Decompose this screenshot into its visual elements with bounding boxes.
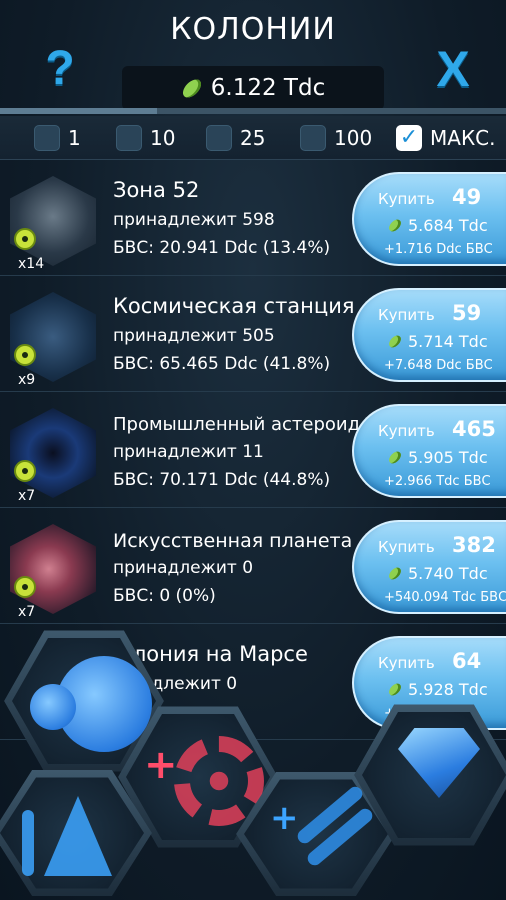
artificial-planet-icon: [10, 524, 96, 614]
colony-name: Промышленный астероид: [113, 414, 361, 435]
list-item: x9 Космическая станция принадлежит 505 Б…: [0, 278, 506, 392]
plus-icon: +: [270, 798, 299, 838]
bean-icon: [386, 217, 404, 234]
buy-cost: 5.684 Tdc: [386, 216, 488, 235]
qty-option-100[interactable]: 100: [300, 123, 372, 153]
qty-option-max[interactable]: ✓ МАКС.: [396, 123, 495, 153]
qty-label: 25: [240, 126, 266, 150]
currency-value: 6.122 Tdc: [210, 75, 326, 101]
qty-option-10[interactable]: 10: [116, 123, 175, 153]
buy-button[interactable]: Купить 59 5.714 Tdc +7.648 Ddc БВС: [352, 288, 506, 382]
space-station-icon: [10, 292, 96, 382]
colony-bvs: БВС: 65.465 Ddc (41.8%): [113, 354, 331, 374]
flask-icon: [44, 796, 112, 876]
list-item: x14 Зона 52 принадлежит 598 БВС: 20.941 …: [0, 162, 506, 276]
multiplier: x7: [18, 604, 36, 620]
test-tube-icon: [22, 810, 34, 876]
list-item: x7 Промышленный астероид принадлежит 11 …: [0, 394, 506, 508]
checkbox[interactable]: [206, 125, 232, 151]
colony-name: Космическая станция: [113, 294, 355, 318]
progress-fill: [0, 108, 157, 114]
colony-owned: принадлежит 598: [113, 210, 275, 230]
buy-button[interactable]: Купить 49 5.684 Tdc +1.716 Ddc БВС: [352, 172, 506, 266]
radiation-icon: [14, 576, 36, 598]
multiplier: x9: [18, 372, 36, 388]
bean-icon: [386, 333, 404, 350]
buy-button[interactable]: Купить 382 5.740 Tdc +540.094 Tdc БВС: [352, 520, 506, 614]
buy-cost: 5.740 Tdc: [386, 564, 488, 583]
qty-label: МАКС.: [430, 126, 496, 150]
plus-icon: +: [144, 742, 178, 788]
bean-icon: [179, 75, 205, 101]
bean-icon: [386, 449, 404, 466]
buy-cost: 5.714 Tdc: [386, 332, 488, 351]
cost-value: 5.740 Tdc: [408, 564, 488, 583]
colony-bvs: БВС: 0 (0%): [113, 586, 216, 606]
buy-quantity: 64: [452, 649, 482, 673]
buy-label: Купить: [378, 538, 435, 556]
buy-quantity: 465: [452, 417, 496, 441]
buy-cost: 5.928 Tdc: [386, 680, 488, 699]
colony-bvs: БВС: 70.171 Ddc (44.8%): [113, 470, 331, 490]
checkbox-checked[interactable]: ✓: [396, 125, 422, 151]
qty-label: 100: [334, 126, 373, 150]
colony-owned: принадлежит 11: [113, 442, 264, 462]
buy-label: Купить: [378, 190, 435, 208]
radiation-icon: [14, 344, 36, 366]
buy-label: Купить: [378, 654, 435, 672]
page-title: КОЛОНИИ: [170, 12, 336, 47]
buy-quantity: 49: [452, 185, 482, 209]
currency-display: 6.122 Tdc: [122, 66, 384, 110]
buy-gain: +1.716 Ddc БВС: [384, 242, 493, 257]
colony-owned: принадлежит 505: [113, 326, 275, 346]
buy-label: Купить: [378, 306, 435, 324]
buy-gain: +2.966 Tdc БВС: [384, 474, 491, 489]
cost-value: 5.714 Tdc: [408, 332, 488, 351]
bean-icon: [386, 681, 404, 698]
buy-gain: +540.094 Tdc БВС: [384, 590, 506, 605]
colony-owned: принадлежит 0: [113, 558, 254, 578]
cost-value: 5.928 Tdc: [408, 680, 488, 699]
buy-label: Купить: [378, 422, 435, 440]
radiation-icon: [14, 460, 36, 482]
radiation-icon: [14, 228, 36, 250]
progress-bar: [0, 108, 506, 114]
cost-value: 5.684 Tdc: [408, 216, 488, 235]
qty-label: 10: [150, 126, 176, 150]
area-52-icon: [10, 176, 96, 266]
help-button[interactable]: ?: [40, 44, 80, 94]
qty-option-1[interactable]: 1: [34, 123, 81, 153]
multiplier: x14: [18, 256, 45, 272]
cost-value: 5.905 Tdc: [408, 448, 488, 467]
close-button[interactable]: X: [428, 44, 478, 94]
buy-quantity: 59: [452, 301, 482, 325]
checkbox[interactable]: [34, 125, 60, 151]
checkbox[interactable]: [116, 125, 142, 151]
buy-cost: 5.905 Tdc: [386, 448, 488, 467]
colony-name: олония на Марсе: [120, 642, 308, 666]
colony-bvs: БВС: 20.941 Ddc (13.4%): [113, 238, 331, 258]
buy-quantity: 382: [452, 533, 496, 557]
buy-button[interactable]: Купить 465 5.905 Tdc +2.966 Tdc БВС: [352, 404, 506, 498]
colony-name: Искусственная планета: [113, 530, 353, 552]
buy-gain: +7.648 Ddc БВС: [384, 358, 493, 373]
bubble-small-icon: [30, 684, 76, 730]
quantity-selector: 1 10 25 100 ✓ МАКС.: [0, 116, 506, 160]
bean-icon: [386, 565, 404, 582]
qty-option-25[interactable]: 25: [206, 123, 265, 153]
qty-label: 1: [68, 126, 81, 150]
multiplier: x7: [18, 488, 36, 504]
list-item: x7 Искусственная планета принадлежит 0 Б…: [0, 510, 506, 624]
asteroid-icon: [10, 408, 96, 498]
colony-name: Зона 52: [113, 178, 200, 202]
header: КОЛОНИИ ? X 6.122 Tdc: [0, 0, 506, 118]
checkbox[interactable]: [300, 125, 326, 151]
